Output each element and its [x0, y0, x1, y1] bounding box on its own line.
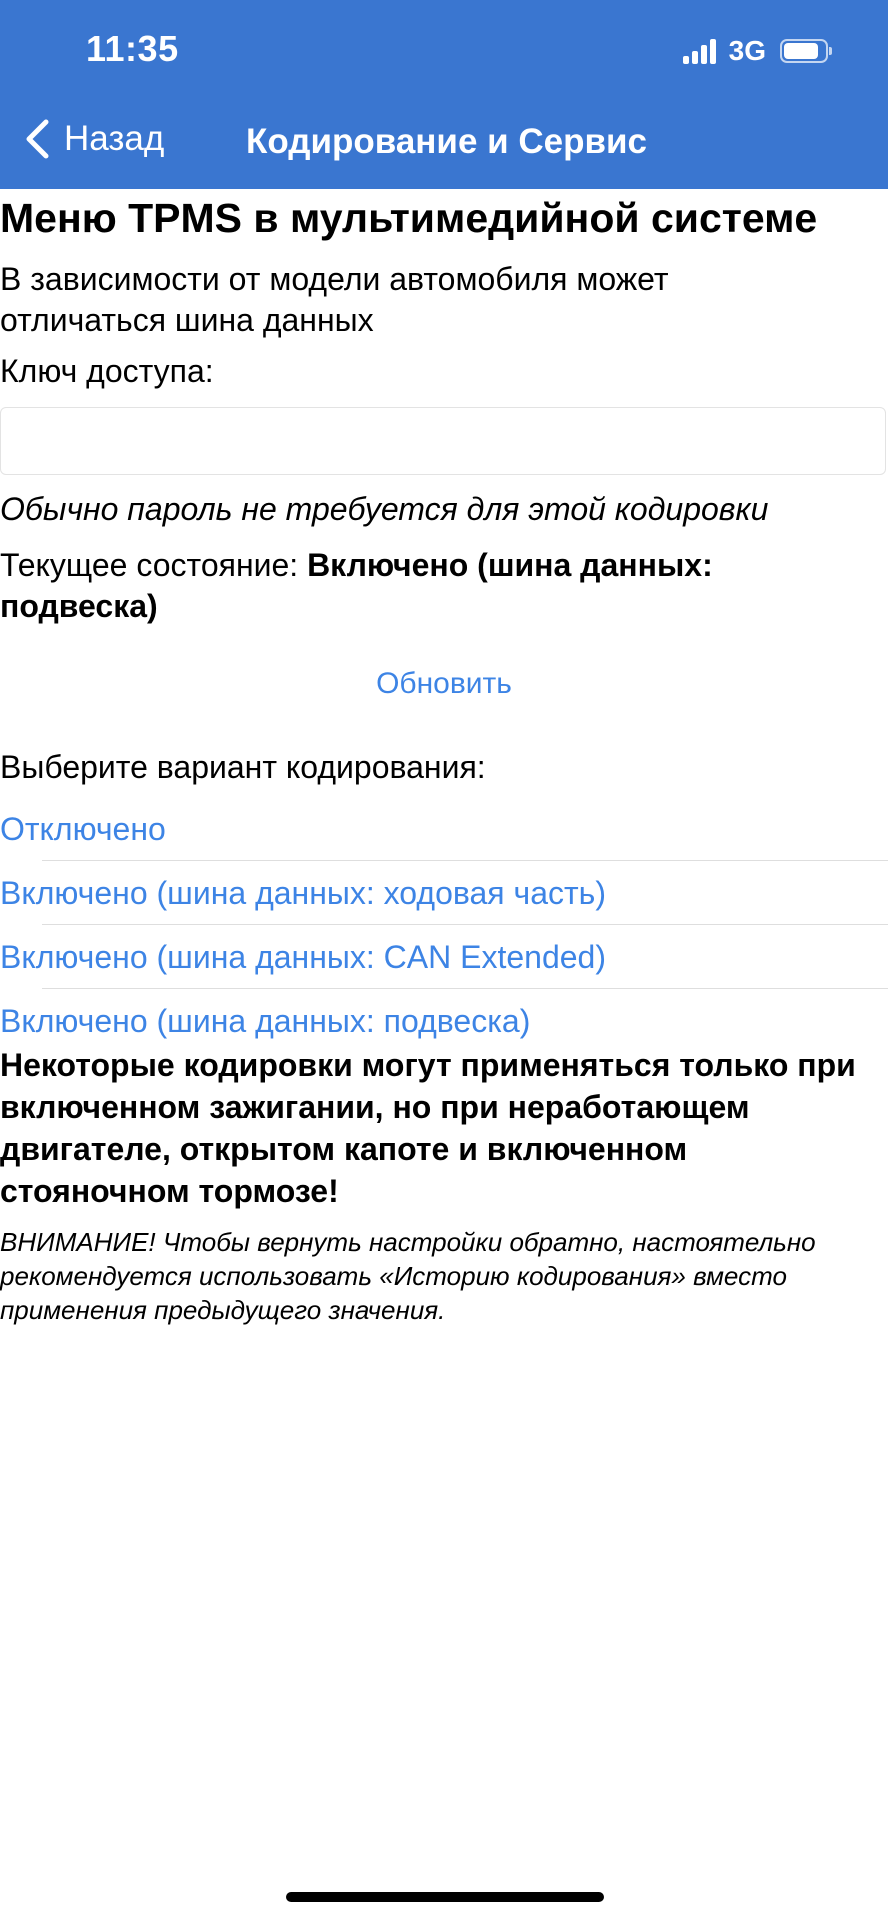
current-state: Текущее состояние: Включено (шина данных… — [0, 545, 860, 627]
chevron-left-icon — [26, 119, 49, 159]
navigation-header: 11:35 3G Назад Кодирование и Сервис — [0, 0, 888, 189]
coding-option-can-extended[interactable]: Включено (шина данных: CAN Extended) — [0, 925, 888, 989]
coding-option-chassis-bus[interactable]: Включено (шина данных: ходовая часть) — [0, 861, 888, 925]
battery-level — [784, 43, 818, 59]
ignition-notice: Некоторые кодировки могут применяться то… — [0, 1047, 856, 1209]
network-type: 3G — [728, 35, 766, 66]
access-key-label: Ключ доступа: — [0, 353, 214, 389]
status-time: 11:35 — [86, 28, 179, 69]
status-indicators: 3G — [682, 34, 832, 68]
section-title: Меню TPMS в мультимедийной системе — [0, 195, 818, 241]
choose-coding-label: Выберите вариант кодирования: — [0, 749, 486, 785]
refresh-button[interactable]: Обновить — [0, 667, 888, 701]
coding-options-list: Отключено Включено (шина данных: ходовая… — [0, 797, 888, 1053]
home-indicator[interactable] — [286, 1892, 604, 1902]
current-state-label: Текущее состояние: — [0, 547, 308, 583]
signal-bars-icon — [682, 38, 719, 64]
access-key-input[interactable] — [0, 407, 886, 475]
coding-option-disabled[interactable]: Отключено — [0, 797, 888, 861]
page-title: Кодирование и Сервис — [246, 122, 647, 161]
section-description: В зависимости от модели автомобиля может… — [0, 261, 669, 338]
back-button[interactable]: Назад — [24, 118, 164, 160]
back-label: Назад — [64, 119, 165, 158]
battery-icon — [780, 39, 832, 63]
coding-history-warning: ВНИМАНИЕ! Чтобы вернуть настройки обратн… — [0, 1227, 816, 1325]
access-key-hint: Обычно пароль не требуется для этой коди… — [0, 491, 769, 527]
